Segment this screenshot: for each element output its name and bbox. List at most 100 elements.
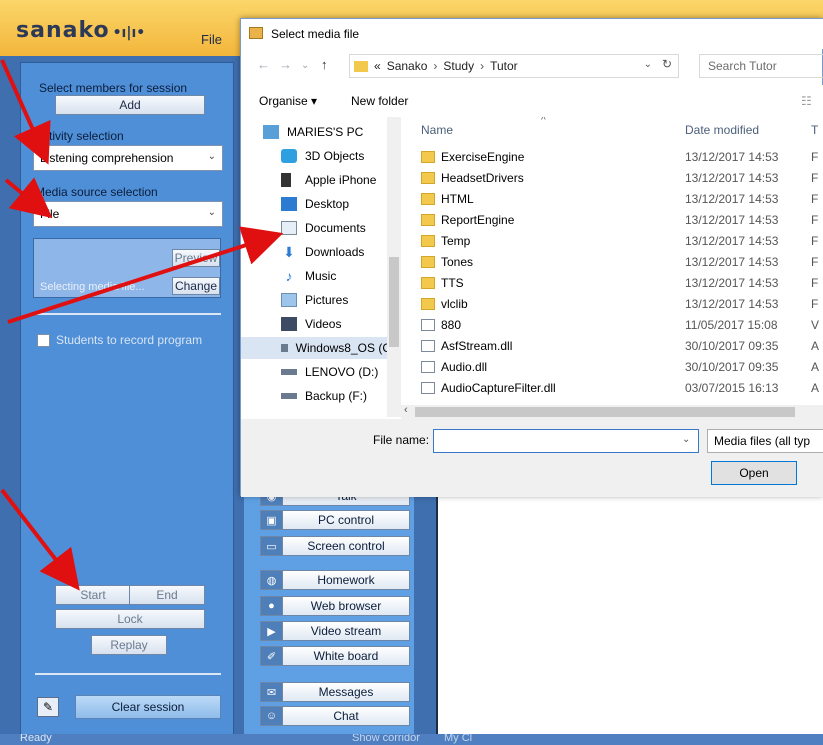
- nav-item-pictures[interactable]: Pictures: [281, 289, 348, 311]
- show-corridor-link[interactable]: Show corridor: [352, 734, 420, 744]
- search-input[interactable]: Search Tutor: [699, 54, 823, 78]
- file-row[interactable]: TTS 13/12/2017 14:53 F: [421, 273, 823, 294]
- tool-white-board-button[interactable]: ✐ White board: [260, 646, 410, 666]
- file-row[interactable]: vlclib 13/12/2017 14:53 F: [421, 294, 823, 315]
- clear-session-icon[interactable]: ✎: [37, 697, 59, 717]
- file-row[interactable]: HeadsetDrivers 13/12/2017 14:53 F: [421, 168, 823, 189]
- preview-button[interactable]: Preview: [172, 249, 220, 267]
- file-row[interactable]: AsfStream.dll 30/10/2017 09:35 A: [421, 336, 823, 357]
- address-bar[interactable]: « Sanako › Study › Tutor ⌄ ↻: [349, 54, 679, 78]
- up-arrow-icon[interactable]: ↑: [321, 57, 328, 72]
- column-header-date[interactable]: Date modified: [685, 123, 759, 137]
- checkbox-box[interactable]: [37, 333, 50, 347]
- nav-item-music[interactable]: ♪ Music: [281, 265, 337, 287]
- column-header-name[interactable]: Name: [421, 123, 453, 137]
- refresh-icon[interactable]: ↻: [662, 57, 672, 71]
- replay-button[interactable]: Replay: [91, 635, 167, 655]
- file-date: 13/12/2017 14:53: [685, 234, 779, 248]
- media-source-select[interactable]: File ⌄: [33, 201, 223, 227]
- forward-arrow-icon[interactable]: →: [279, 57, 292, 72]
- nav-item-videos[interactable]: Videos: [281, 313, 341, 335]
- divider: [35, 673, 221, 675]
- tool-video-stream-button[interactable]: ▶ Video stream: [260, 621, 410, 641]
- scroll-thumb[interactable]: [389, 257, 399, 347]
- navigation-row: ← → ⌄ ↑ « Sanako › Study › Tutor ⌄ ↻ Sea…: [241, 51, 823, 81]
- file-type: F: [811, 192, 819, 206]
- homework-icon: ◍: [261, 571, 283, 589]
- breadcrumb-study[interactable]: Study: [443, 59, 474, 73]
- tool-pc-control-button[interactable]: ▣ PC control: [260, 510, 410, 530]
- recent-chevron-icon[interactable]: ⌄: [301, 60, 309, 71]
- music-icon: ♪: [285, 268, 293, 284]
- record-checkbox-label: Students to record program: [56, 333, 203, 347]
- tool-web-browser-button[interactable]: ● Web browser: [260, 596, 410, 616]
- folder-icon: [421, 235, 435, 247]
- file-name-input[interactable]: [433, 429, 699, 453]
- folder-icon: [354, 60, 368, 72]
- file-type: A: [811, 339, 820, 353]
- organise-menu[interactable]: Organise ▾: [259, 94, 317, 108]
- file-type-select[interactable]: Media files (all typ: [707, 429, 823, 453]
- view-options-icon[interactable]: ☷: [801, 94, 812, 108]
- column-header-type[interactable]: T: [811, 123, 818, 137]
- new-folder-button[interactable]: New folder: [351, 94, 408, 108]
- scroll-thumb[interactable]: [415, 407, 795, 417]
- clear-session-button[interactable]: Clear session: [75, 695, 221, 719]
- breadcrumb-sanako[interactable]: Sanako: [387, 59, 428, 73]
- file-date: 13/12/2017 14:53: [685, 192, 779, 206]
- chevron-down-icon[interactable]: ⌄: [682, 434, 690, 445]
- lock-button[interactable]: Lock: [55, 609, 205, 629]
- file-row[interactable]: AudioCaptureFilter.dll 03/07/2015 16:13 A: [421, 378, 823, 399]
- dialog-toolbar: Organise ▾ New folder ☷: [241, 85, 823, 117]
- add-button[interactable]: Add: [55, 95, 205, 115]
- nav-item-windows-drive[interactable]: Windows8_OS (C: [241, 337, 391, 359]
- nav-item-lenovo-drive[interactable]: LENOVO (D:): [281, 361, 378, 383]
- file-date: 13/12/2017 14:53: [685, 213, 779, 227]
- tool-messages-button[interactable]: ✉ Messages: [260, 682, 410, 702]
- back-arrow-icon[interactable]: ←: [257, 57, 270, 72]
- open-button[interactable]: Open: [711, 461, 797, 485]
- nav-item-apple-iphone[interactable]: Apple iPhone: [281, 169, 376, 191]
- nav-item-label: Videos: [305, 317, 342, 331]
- tool-screen-control-button[interactable]: ▭ Screen control: [260, 536, 410, 556]
- change-button[interactable]: Change: [172, 277, 220, 295]
- file-row[interactable]: HTML 13/12/2017 14:53 F: [421, 189, 823, 210]
- nav-item-pc[interactable]: MARIES'S PC: [263, 121, 363, 143]
- nav-item-label: Backup (F:): [305, 389, 368, 403]
- media-source-value: File: [40, 207, 60, 221]
- file-row[interactable]: ReportEngine 13/12/2017 14:53 F: [421, 210, 823, 231]
- file-row[interactable]: Tones 13/12/2017 14:53 F: [421, 252, 823, 273]
- file-type: F: [811, 213, 819, 227]
- scroll-left-icon[interactable]: ‹: [404, 404, 408, 416]
- tool-chat-button[interactable]: ☺ Chat: [260, 706, 410, 726]
- nav-item-label: 3D Objects: [305, 149, 365, 163]
- file-row[interactable]: 880 11/05/2017 15:08 V: [421, 315, 823, 336]
- nav-item-desktop[interactable]: Desktop: [281, 193, 349, 215]
- sort-chevron-icon: ^: [541, 117, 546, 126]
- navigation-scrollbar[interactable]: [387, 117, 401, 417]
- horizontal-scrollbar[interactable]: ‹: [401, 404, 823, 419]
- file-row[interactable]: Audio.dll 30/10/2017 09:35 A: [421, 357, 823, 378]
- tool-homework-button[interactable]: ◍ Homework: [260, 570, 410, 590]
- record-checkbox[interactable]: Students to record program: [37, 333, 202, 347]
- video-stream-icon: ▶: [261, 622, 283, 640]
- nav-item-backup-drive[interactable]: Backup (F:): [281, 385, 367, 407]
- file-type: F: [811, 150, 819, 164]
- tool-label: Screen control: [307, 539, 385, 553]
- media-file-box: Preview Change Selecting media file...: [33, 238, 221, 298]
- nav-item-3d-objects[interactable]: 3D Objects: [281, 145, 364, 167]
- file-type: V: [811, 318, 820, 332]
- activity-select[interactable]: Listening comprehension ⌄: [33, 145, 223, 171]
- breadcrumb-overflow[interactable]: «: [374, 59, 381, 73]
- file-menu[interactable]: File: [201, 32, 222, 47]
- nav-item-documents[interactable]: Documents: [281, 217, 366, 239]
- end-button[interactable]: End: [129, 585, 205, 605]
- chevron-down-icon[interactable]: ⌄: [644, 59, 652, 70]
- file-row[interactable]: Temp 13/12/2017 14:53 F: [421, 231, 823, 252]
- file-row[interactable]: ExerciseEngine 13/12/2017 14:53 F: [421, 147, 823, 168]
- file-type: F: [811, 276, 819, 290]
- nav-item-downloads[interactable]: ⬇ Downloads: [281, 241, 364, 263]
- chevron-down-icon: ⌄: [207, 207, 216, 218]
- start-button[interactable]: Start: [55, 585, 131, 605]
- breadcrumb-tutor[interactable]: Tutor: [490, 59, 518, 73]
